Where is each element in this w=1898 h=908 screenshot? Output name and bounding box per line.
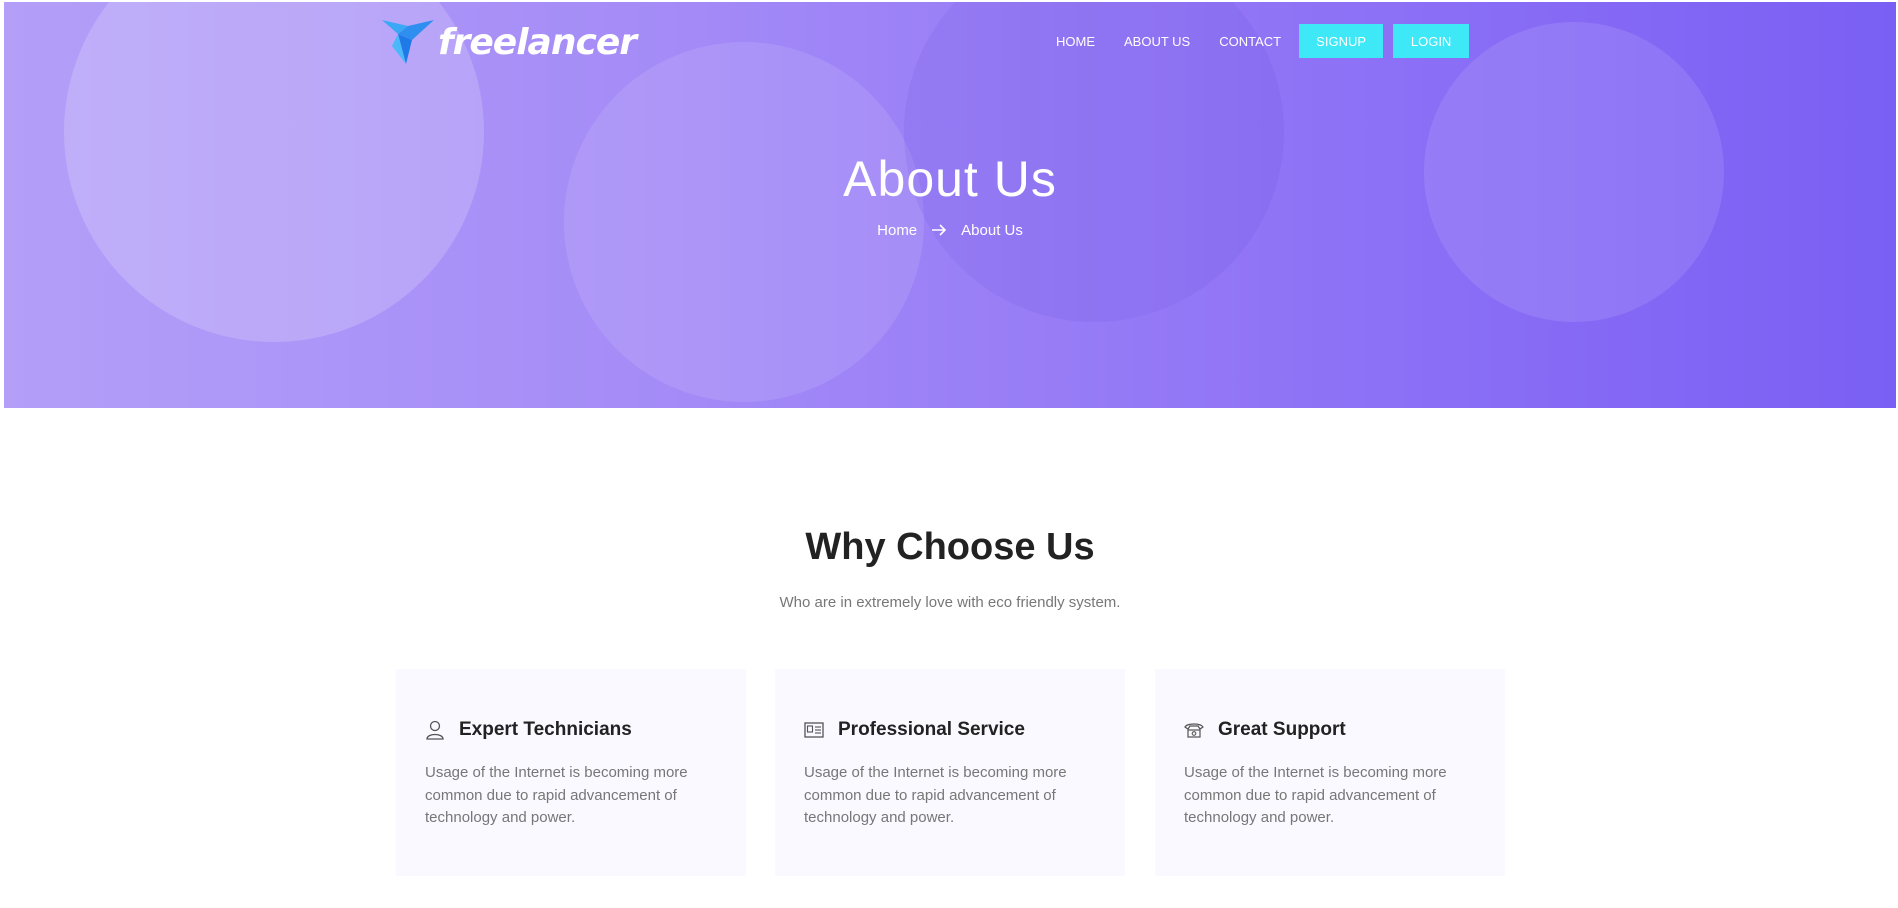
main-nav: HOME ABOUT US CONTACT SIGNUP LOGIN	[1056, 24, 1470, 58]
card-header: Professional Service	[804, 719, 1025, 741]
logo[interactable]: freelancer	[382, 16, 637, 68]
card-text: Usage of the Internet is becoming more c…	[425, 764, 688, 826]
feature-card: Professional Service Usage of the Intern…	[775, 669, 1125, 876]
license-icon	[804, 720, 824, 740]
arrow-right-icon	[931, 220, 947, 241]
breadcrumb-current: About Us	[961, 222, 1023, 239]
user-icon	[425, 720, 445, 740]
bird-logo-icon	[382, 20, 434, 64]
feature-card: Great Support Usage of the Internet is b…	[1155, 669, 1505, 876]
signup-button[interactable]: SIGNUP	[1299, 24, 1384, 58]
card-title: Expert Technicians	[459, 719, 632, 740]
page: freelancer HOME ABOUT US CONTACT SIGNUP …	[4, 2, 1896, 906]
hero-banner: freelancer HOME ABOUT US CONTACT SIGNUP …	[4, 2, 1896, 408]
section-subtitle: Who are in extremely love with eco frien…	[779, 594, 1121, 611]
breadcrumb-home-link[interactable]: Home	[877, 222, 917, 239]
breadcrumb: Home About Us	[4, 220, 1896, 241]
card-header: Expert Technicians	[425, 719, 632, 741]
section-title: Why Choose Us	[805, 526, 1095, 568]
login-button[interactable]: LOGIN	[1393, 24, 1470, 58]
nav-about-link[interactable]: ABOUT US	[1124, 34, 1190, 49]
card-text: Usage of the Internet is becoming more c…	[1184, 764, 1447, 826]
card-title: Professional Service	[838, 719, 1025, 740]
phone-icon	[1184, 720, 1204, 740]
nav-contact-link[interactable]: CONTACT	[1219, 34, 1281, 49]
card-title: Great Support	[1218, 719, 1346, 740]
feature-card: Expert Technicians Usage of the Internet…	[396, 669, 746, 876]
page-title: About Us	[843, 151, 1057, 207]
logo-text: freelancer	[437, 21, 637, 63]
card-header: Great Support	[1184, 719, 1346, 741]
nav-home-link[interactable]: HOME	[1056, 34, 1095, 49]
card-text: Usage of the Internet is becoming more c…	[804, 764, 1067, 826]
